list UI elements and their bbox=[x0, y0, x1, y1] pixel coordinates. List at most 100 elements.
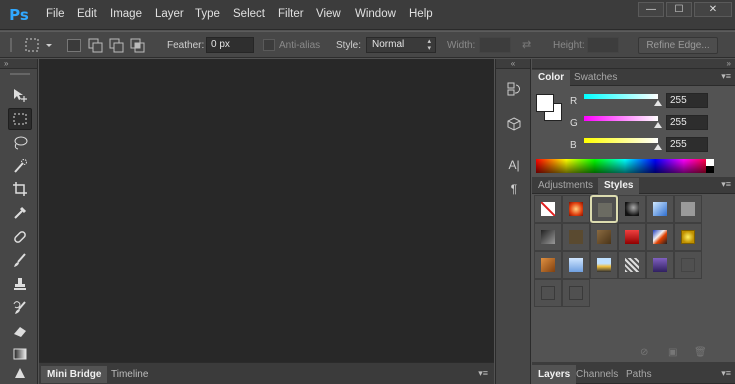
spot-healing-brush-tool-icon[interactable] bbox=[8, 226, 32, 248]
rectangular-marquee-tool-icon[interactable] bbox=[8, 108, 32, 130]
dock-collapse[interactable]: « bbox=[496, 59, 530, 69]
channel-b-slider[interactable] bbox=[584, 138, 658, 143]
tool-preset-picker[interactable] bbox=[22, 36, 56, 54]
style-swatch[interactable] bbox=[534, 223, 562, 251]
menu-filter[interactable]: Filter bbox=[278, 8, 304, 20]
channel-g-slider[interactable] bbox=[584, 116, 658, 121]
style-swatch[interactable] bbox=[534, 279, 562, 307]
blur-tool-icon[interactable] bbox=[8, 363, 32, 384]
subtract-from-selection-icon[interactable] bbox=[109, 37, 125, 53]
style-swatch[interactable] bbox=[618, 251, 646, 279]
intersect-selection-icon[interactable] bbox=[130, 37, 146, 53]
paragraph-icon[interactable]: ¶ bbox=[504, 179, 524, 199]
menu-window[interactable]: Window bbox=[355, 8, 396, 20]
channel-b-value[interactable]: 255 bbox=[666, 137, 708, 152]
panel-menu-icon[interactable]: ▾≡ bbox=[721, 368, 731, 379]
style-swatch[interactable] bbox=[562, 251, 590, 279]
tab-mini-bridge[interactable]: Mini Bridge bbox=[41, 366, 108, 383]
eraser-tool-icon[interactable] bbox=[8, 320, 32, 342]
menu-help[interactable]: Help bbox=[409, 8, 433, 20]
menu-edit[interactable]: Edit bbox=[77, 8, 97, 20]
spectrum-black-chip[interactable] bbox=[706, 166, 714, 173]
maximize-button[interactable]: ☐ bbox=[666, 2, 692, 17]
width-input[interactable] bbox=[479, 37, 511, 53]
style-swatch[interactable] bbox=[618, 223, 646, 251]
character-icon[interactable]: A| bbox=[504, 155, 524, 175]
swap-width-height-icon[interactable]: ⇄ bbox=[522, 38, 531, 51]
gradient-tool-icon[interactable] bbox=[8, 343, 32, 365]
style-swatch[interactable] bbox=[646, 223, 674, 251]
3d-icon[interactable] bbox=[504, 116, 524, 136]
antialias-checkbox[interactable] bbox=[263, 39, 275, 51]
tab-styles[interactable]: Styles bbox=[598, 178, 640, 194]
width-label: Width: bbox=[447, 40, 476, 51]
new-selection-icon[interactable] bbox=[67, 39, 81, 52]
menu-file[interactable]: File bbox=[46, 8, 65, 20]
add-to-selection-icon[interactable] bbox=[88, 37, 104, 53]
style-select[interactable]: Normal ▴ ▾ bbox=[366, 37, 436, 53]
style-swatch[interactable] bbox=[674, 223, 702, 251]
tools-panel-collapse[interactable]: » bbox=[0, 59, 37, 69]
delete-style-icon[interactable]: 🗑 bbox=[694, 347, 707, 358]
style-none[interactable] bbox=[534, 195, 562, 223]
move-tool-icon[interactable] bbox=[8, 84, 32, 106]
style-swatch[interactable] bbox=[534, 251, 562, 279]
color-spectrum-ramp[interactable] bbox=[536, 159, 714, 173]
tools-panel: » bbox=[0, 59, 38, 384]
close-button[interactable]: ✕ bbox=[694, 2, 732, 17]
menu-select[interactable]: Select bbox=[233, 8, 265, 20]
tab-channels[interactable]: Channels bbox=[570, 365, 624, 384]
tab-swatches[interactable]: Swatches bbox=[568, 70, 623, 86]
foreground-color-swatch[interactable] bbox=[536, 94, 554, 112]
history-brush-tool-icon[interactable] bbox=[8, 297, 32, 319]
tab-timeline[interactable]: Timeline bbox=[105, 366, 154, 383]
channel-g-thumb[interactable] bbox=[654, 122, 662, 128]
quick-selection-tool-icon[interactable] bbox=[8, 155, 32, 177]
channel-g-value[interactable]: 255 bbox=[666, 115, 708, 130]
crop-tool-icon[interactable] bbox=[8, 178, 32, 200]
style-swatch[interactable] bbox=[618, 195, 646, 223]
channel-r-value[interactable]: 255 bbox=[666, 93, 708, 108]
channel-b-thumb[interactable] bbox=[654, 144, 662, 150]
new-style-icon[interactable]: ▣ bbox=[668, 347, 680, 358]
panel-menu-icon[interactable]: ▾≡ bbox=[721, 179, 731, 190]
menu-type[interactable]: Type bbox=[195, 8, 220, 20]
minimize-button[interactable]: — bbox=[638, 2, 664, 17]
style-swatch[interactable] bbox=[646, 251, 674, 279]
menu-image[interactable]: Image bbox=[110, 8, 142, 20]
style-swatch[interactable] bbox=[562, 279, 590, 307]
style-swatch[interactable] bbox=[590, 223, 618, 251]
style-swatch[interactable] bbox=[646, 195, 674, 223]
style-swatch[interactable] bbox=[674, 195, 702, 223]
refine-edge-button[interactable]: Refine Edge... bbox=[638, 37, 718, 54]
panels-collapse[interactable]: » bbox=[532, 59, 735, 69]
tab-adjustments[interactable]: Adjustments bbox=[532, 178, 599, 194]
panel-menu-icon[interactable]: ▾≡ bbox=[721, 71, 731, 82]
eyedropper-tool-icon[interactable] bbox=[8, 202, 32, 224]
menu-layer[interactable]: Layer bbox=[155, 8, 184, 20]
style-swatch[interactable] bbox=[674, 251, 702, 279]
history-icon[interactable] bbox=[504, 81, 524, 101]
select-arrows-icon: ▴ ▾ bbox=[427, 38, 431, 52]
brush-tool-icon[interactable] bbox=[8, 249, 32, 271]
style-swatch[interactable] bbox=[590, 195, 618, 223]
style-swatch[interactable] bbox=[590, 251, 618, 279]
style-select-value: Normal bbox=[372, 39, 405, 50]
channel-r-slider[interactable] bbox=[584, 94, 658, 99]
feather-input[interactable]: 0 px bbox=[206, 37, 254, 53]
photoshop-logo[interactable]: Ps bbox=[8, 4, 30, 26]
style-swatch[interactable] bbox=[562, 195, 590, 223]
panel-menu-icon[interactable]: ▾≡ bbox=[478, 368, 488, 379]
lasso-tool-icon[interactable] bbox=[8, 132, 32, 154]
document-canvas-area[interactable] bbox=[39, 59, 494, 362]
clone-stamp-tool-icon[interactable] bbox=[8, 273, 32, 295]
channel-r-thumb[interactable] bbox=[654, 100, 662, 106]
height-input[interactable] bbox=[587, 37, 619, 53]
spectrum-white-chip[interactable] bbox=[706, 159, 714, 166]
tab-color[interactable]: Color bbox=[532, 70, 571, 86]
collapse-icon: » bbox=[726, 59, 731, 68]
tab-paths[interactable]: Paths bbox=[620, 365, 658, 384]
menu-view[interactable]: View bbox=[316, 8, 341, 20]
clear-style-icon[interactable]: ⊘ bbox=[640, 347, 652, 358]
style-swatch[interactable] bbox=[562, 223, 590, 251]
